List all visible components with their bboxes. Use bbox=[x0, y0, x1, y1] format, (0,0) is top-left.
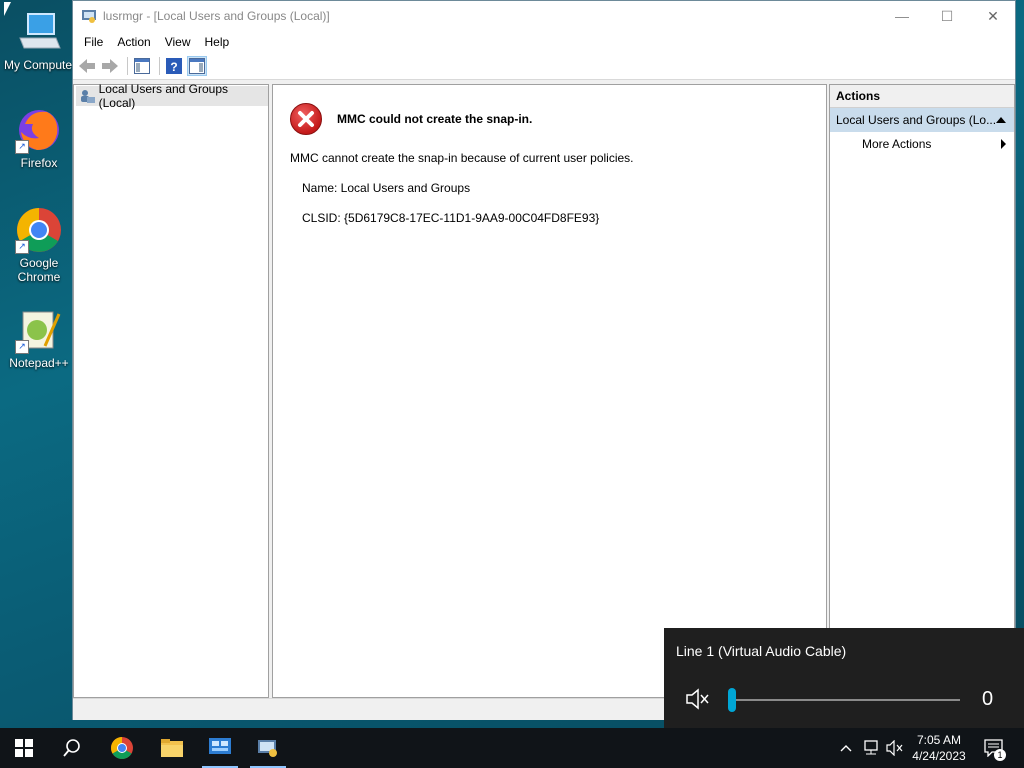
audio-device-name: Line 1 (Virtual Audio Cable) bbox=[676, 643, 847, 659]
menu-file[interactable]: File bbox=[77, 35, 110, 49]
taskbar: 7:05 AM 4/24/2023 1 bbox=[0, 728, 1024, 768]
back-arrow-icon bbox=[79, 59, 95, 73]
desktop-icon-label: My Compute bbox=[3, 58, 73, 72]
action-center-button[interactable]: 1 bbox=[980, 728, 1008, 768]
clock-date: 4/24/2023 bbox=[912, 749, 966, 763]
help-button[interactable]: ? bbox=[164, 56, 184, 76]
search-button[interactable] bbox=[48, 728, 96, 768]
close-icon: ✕ bbox=[987, 7, 999, 24]
show-hidden-icons-button[interactable] bbox=[836, 728, 856, 768]
mute-button[interactable] bbox=[686, 688, 710, 710]
actions-pane: Actions Local Users and Groups (Lo... Mo… bbox=[829, 84, 1015, 698]
window-title: lusrmgr - [Local Users and Groups (Local… bbox=[103, 9, 330, 23]
tree-item-local-users-groups[interactable]: Local Users and Groups (Local) bbox=[76, 82, 268, 110]
users-group-icon bbox=[81, 90, 95, 103]
error-clsid: CLSID: {5D6179C8-17EC-11D1-9AA9-00C04FD8… bbox=[302, 211, 600, 225]
speaker-muted-icon bbox=[686, 688, 709, 710]
menu-bar: File Action View Help bbox=[73, 31, 1015, 53]
clock[interactable]: 7:05 AM 4/24/2023 bbox=[904, 732, 974, 764]
error-message: MMC cannot create the snap-in because of… bbox=[290, 151, 634, 165]
menu-help[interactable]: Help bbox=[198, 35, 237, 49]
minimize-button[interactable]: — bbox=[879, 1, 925, 31]
maximize-button[interactable]: ☐ bbox=[924, 1, 970, 31]
action-pane-icon bbox=[189, 58, 205, 74]
error-icon bbox=[290, 103, 322, 135]
desktop-icon-firefox[interactable]: ↗ Firefox bbox=[1, 106, 77, 170]
more-actions-label: More Actions bbox=[862, 137, 932, 151]
speaker-muted-icon bbox=[886, 740, 903, 756]
folder-icon bbox=[161, 739, 183, 757]
search-icon bbox=[63, 739, 80, 757]
maximize-icon: ☐ bbox=[940, 7, 954, 24]
tree-item-label: Local Users and Groups (Local) bbox=[98, 82, 229, 110]
console-tree-pane: Local Users and Groups (Local) bbox=[73, 82, 269, 698]
desktop-icon-notepadpp[interactable]: ↗ Notepad++ bbox=[1, 306, 77, 370]
chrome-icon: ↗ bbox=[15, 206, 63, 254]
volume-flyout: Line 1 (Virtual Audio Cable) 0 bbox=[664, 628, 1024, 728]
help-icon: ? bbox=[166, 58, 182, 74]
desktop-icon-chrome[interactable]: ↗ Google Chrome bbox=[1, 206, 77, 284]
desktop-icon-my-computer[interactable]: My Compute bbox=[0, 8, 76, 72]
taskbar-mmc[interactable] bbox=[244, 728, 292, 768]
start-button[interactable] bbox=[0, 728, 48, 768]
clock-time: 7:05 AM bbox=[916, 733, 962, 747]
show-hide-action-pane-button[interactable] bbox=[187, 56, 207, 76]
result-pane: MMC could not create the snap-in. MMC ca… bbox=[272, 84, 827, 698]
shortcut-arrow-icon: ↗ bbox=[15, 140, 29, 154]
network-icon bbox=[864, 740, 878, 755]
menu-view[interactable]: View bbox=[158, 35, 198, 49]
title-bar[interactable]: lusrmgr - [Local Users and Groups (Local… bbox=[73, 1, 1015, 31]
computer-management-icon bbox=[258, 740, 277, 757]
mouse-cursor-icon bbox=[4, 2, 18, 16]
toolbar-separator bbox=[159, 57, 160, 75]
svg-text:?: ? bbox=[170, 60, 177, 74]
shortcut-arrow-icon: ↗ bbox=[15, 240, 29, 254]
show-hide-console-tree-button[interactable] bbox=[132, 56, 152, 76]
firefox-icon: ↗ bbox=[15, 106, 63, 154]
collapse-arrow-icon bbox=[996, 117, 1006, 123]
volume-value: 0 bbox=[982, 688, 994, 710]
menu-action[interactable]: Action bbox=[110, 35, 157, 49]
forward-arrow-icon bbox=[102, 59, 118, 73]
error-snapin-name: Name: Local Users and Groups bbox=[302, 181, 471, 195]
computer-icon bbox=[14, 8, 62, 56]
minimize-icon: — bbox=[895, 8, 909, 24]
shortcut-arrow-icon: ↗ bbox=[15, 340, 29, 354]
back-button[interactable] bbox=[77, 56, 97, 76]
notification-count-badge: 1 bbox=[994, 749, 1006, 761]
taskbar-file-explorer[interactable] bbox=[148, 728, 196, 768]
notepadpp-icon: ↗ bbox=[15, 306, 63, 354]
desktop-icon-label: Firefox bbox=[20, 156, 58, 170]
more-actions-item[interactable]: More Actions bbox=[830, 132, 1014, 156]
close-button[interactable]: ✕ bbox=[970, 1, 1016, 31]
mmc-window: lusrmgr - [Local Users and Groups (Local… bbox=[72, 0, 1016, 720]
console-tree-icon bbox=[134, 58, 150, 74]
taskbar-server-manager[interactable] bbox=[196, 728, 244, 768]
desktop-icon-label: Google Chrome bbox=[17, 256, 61, 284]
volume-button[interactable] bbox=[884, 728, 906, 768]
submenu-arrow-icon bbox=[1001, 139, 1006, 149]
taskbar-chrome[interactable] bbox=[98, 728, 146, 768]
desktop-icon-label: Notepad++ bbox=[9, 356, 69, 370]
error-title: MMC could not create the snap-in. bbox=[337, 112, 533, 126]
network-button[interactable] bbox=[860, 728, 882, 768]
chevron-up-icon bbox=[840, 745, 852, 752]
windows-logo-icon bbox=[15, 739, 33, 757]
actions-header: Actions bbox=[830, 85, 1014, 108]
actions-section-local-users-groups[interactable]: Local Users and Groups (Lo... bbox=[830, 108, 1014, 132]
forward-button[interactable] bbox=[100, 56, 120, 76]
actions-section-label: Local Users and Groups (Lo... bbox=[836, 113, 997, 127]
volume-slider-thumb[interactable] bbox=[728, 688, 736, 712]
toolbar: ? bbox=[73, 53, 1015, 80]
chrome-icon bbox=[111, 737, 133, 759]
computer-management-icon bbox=[82, 10, 96, 23]
toolbar-separator bbox=[127, 57, 128, 75]
volume-slider-track[interactable] bbox=[732, 699, 960, 701]
server-manager-icon bbox=[209, 738, 231, 754]
